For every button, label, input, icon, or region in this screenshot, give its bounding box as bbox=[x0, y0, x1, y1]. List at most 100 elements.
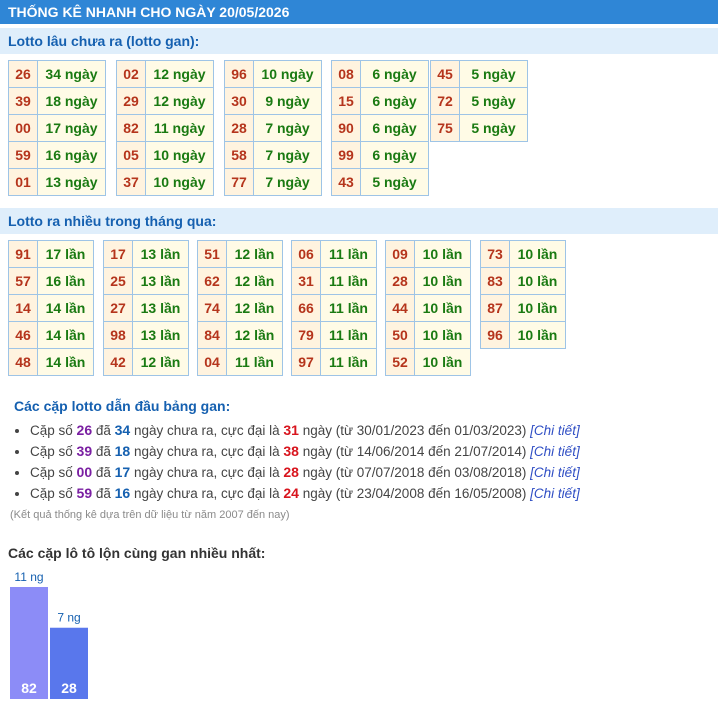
frequent-count: 16 lần bbox=[37, 267, 94, 295]
gan-row: 77 7 ngày bbox=[224, 168, 322, 196]
frequent-count: 10 lần bbox=[414, 321, 471, 349]
frequent-number: 04 bbox=[197, 348, 227, 376]
gan-count: 6 ngày bbox=[360, 114, 429, 142]
gan-row: 96 10 ngày bbox=[224, 60, 322, 88]
frequent-section-header: Lotto ra nhiều trong tháng qua: bbox=[0, 208, 718, 234]
frequent-row: 62 12 lần bbox=[197, 267, 283, 295]
detail-link[interactable]: [Chi tiết] bbox=[530, 423, 580, 438]
pair-prefix: Cặp số bbox=[30, 465, 77, 480]
gan-count: 17 ngày bbox=[37, 114, 106, 142]
frequent-count: 10 lần bbox=[414, 294, 471, 322]
frequent-number: 06 bbox=[291, 240, 321, 268]
gan-count: 6 ngày bbox=[360, 60, 429, 88]
pair-text: đã bbox=[92, 465, 115, 480]
gan-number: 43 bbox=[331, 168, 361, 196]
frequent-row: 83 10 lần bbox=[480, 267, 566, 295]
frequent-count: 10 lần bbox=[509, 240, 566, 268]
gan-row: 39 18 ngày bbox=[8, 87, 106, 115]
gan-row: 15 6 ngày bbox=[331, 87, 429, 115]
gan-count: 7 ngày bbox=[253, 141, 322, 169]
frequent-count: 10 lần bbox=[414, 240, 471, 268]
frequent-number: 28 bbox=[385, 267, 415, 295]
frequent-row: 28 10 lần bbox=[385, 267, 471, 295]
pair-item: Cặp số 00 đã 17 ngày chưa ra, cực đại là… bbox=[30, 462, 718, 483]
frequent-row: 52 10 lần bbox=[385, 348, 471, 376]
gan-count: 11 ngày bbox=[145, 114, 214, 142]
frequent-row: 31 11 lần bbox=[291, 267, 377, 295]
frequent-number: 96 bbox=[480, 321, 510, 349]
gan-count: 5 ngày bbox=[360, 168, 429, 196]
gan-row: 30 9 ngày bbox=[224, 87, 322, 115]
gan-count: 12 ngày bbox=[145, 60, 214, 88]
frequent-number: 09 bbox=[385, 240, 415, 268]
bar-value-label: 11 ng bbox=[14, 570, 43, 584]
frequent-row: 17 13 lần bbox=[103, 240, 189, 268]
gan-table: 08 6 ngày 15 6 ngày 90 6 ngày 99 6 ngày 43 5 ngày bbox=[331, 60, 429, 196]
gan-count: 13 ngày bbox=[37, 168, 106, 196]
frequent-count: 10 lần bbox=[509, 321, 566, 349]
gan-count: 6 ngày bbox=[360, 87, 429, 115]
gan-row: 37 10 ngày bbox=[116, 168, 214, 196]
detail-link[interactable]: [Chi tiết] bbox=[530, 465, 580, 480]
frequent-count: 11 lần bbox=[320, 294, 377, 322]
gan-count: 34 ngày bbox=[37, 60, 106, 88]
detail-link[interactable]: [Chi tiết] bbox=[530, 444, 580, 459]
detail-link[interactable]: [Chi tiết] bbox=[530, 486, 580, 501]
frequent-row: 96 10 lần bbox=[480, 321, 566, 349]
frequent-number: 87 bbox=[480, 294, 510, 322]
gan-row: 82 11 ngày bbox=[116, 114, 214, 142]
frequent-row: 42 12 lần bbox=[103, 348, 189, 376]
frequent-count: 14 lần bbox=[37, 294, 94, 322]
frequent-table: 17 13 lần 25 13 lần 27 13 lần 98 13 lần 42 12 lần bbox=[103, 240, 189, 376]
frequent-row: 48 14 lần bbox=[8, 348, 94, 376]
frequent-count: 10 lần bbox=[414, 348, 471, 376]
frequent-number: 83 bbox=[480, 267, 510, 295]
frequent-row: 79 11 lần bbox=[291, 321, 377, 349]
gan-row: 45 5 ngày bbox=[430, 60, 528, 88]
frequent-number: 98 bbox=[103, 321, 133, 349]
gan-number: 45 bbox=[430, 60, 460, 88]
frequent-table: 51 12 lần 62 12 lần 74 12 lần 84 12 lần 04 11 lần bbox=[197, 240, 283, 376]
frequent-count: 12 lần bbox=[226, 321, 283, 349]
gan-number: 30 bbox=[224, 87, 254, 115]
frequent-row: 66 11 lần bbox=[291, 294, 377, 322]
gan-number: 58 bbox=[224, 141, 254, 169]
reverse-bar-chart: 11 ng 82 7 ng 28 bbox=[10, 570, 88, 699]
frequent-number: 84 bbox=[197, 321, 227, 349]
pair-text: ngày chưa ra, cực đại là bbox=[130, 465, 284, 480]
frequent-row: 74 12 lần bbox=[197, 294, 283, 322]
frequent-number: 52 bbox=[385, 348, 415, 376]
frequent-number: 73 bbox=[480, 240, 510, 268]
pair-days: 18 bbox=[114, 443, 131, 459]
frequent-number: 27 bbox=[103, 294, 133, 322]
frequent-table: 91 17 lần 57 16 lần 14 14 lần 46 14 lần 48 14 lần bbox=[8, 240, 94, 376]
bar-value-label: 7 ng bbox=[57, 611, 80, 625]
pair-number: 26 bbox=[76, 422, 93, 438]
gan-number: 26 bbox=[8, 60, 38, 88]
data-note: (Kết quả thống kê dựa trên dữ liệu từ nă… bbox=[10, 509, 290, 521]
frequent-number: 46 bbox=[8, 321, 38, 349]
gan-count: 5 ngày bbox=[459, 87, 528, 115]
frequent-row: 91 17 lần bbox=[8, 240, 94, 268]
gan-section-header: Lotto lâu chưa ra (lotto gan): bbox=[0, 28, 718, 54]
gan-count: 16 ngày bbox=[37, 141, 106, 169]
gan-count: 6 ngày bbox=[360, 141, 429, 169]
frequent-row: 06 11 lần bbox=[291, 240, 377, 268]
frequent-number: 62 bbox=[197, 267, 227, 295]
frequent-count: 12 lần bbox=[226, 240, 283, 268]
gan-number: 01 bbox=[8, 168, 38, 196]
gan-table: 26 34 ngày 39 18 ngày 00 17 ngày 59 16 ngày 01 13… bbox=[8, 60, 106, 196]
pair-days: 16 bbox=[114, 485, 131, 501]
gan-number: 96 bbox=[224, 60, 254, 88]
frequent-row: 04 11 lần bbox=[197, 348, 283, 376]
frequent-number: 25 bbox=[103, 267, 133, 295]
frequent-number: 31 bbox=[291, 267, 321, 295]
frequent-count: 11 lần bbox=[320, 321, 377, 349]
gan-number: 39 bbox=[8, 87, 38, 115]
gan-row: 75 5 ngày bbox=[430, 114, 528, 142]
gan-row: 72 5 ngày bbox=[430, 87, 528, 115]
pair-max: 28 bbox=[283, 464, 299, 480]
gan-number: 00 bbox=[8, 114, 38, 142]
gan-number: 37 bbox=[116, 168, 146, 196]
frequent-count: 10 lần bbox=[509, 294, 566, 322]
